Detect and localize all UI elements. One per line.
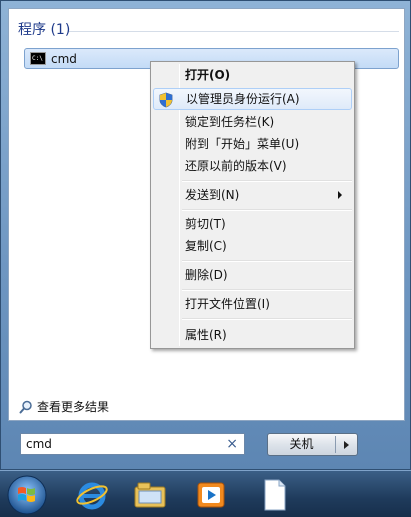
menu-item-cut[interactable]: 剪切(T) <box>153 213 352 235</box>
uac-shield-icon <box>159 92 173 108</box>
internet-explorer-icon[interactable] <box>74 477 110 513</box>
shutdown-label: 关机 <box>289 437 314 451</box>
menu-item-label: 发送到(N) <box>185 188 240 202</box>
context-menu: 打开(O) 以管理员身份运行(A) 锁定到任务栏(K) 附到「开始」菜单(U) … <box>150 61 355 349</box>
magnifier-icon <box>19 400 32 414</box>
menu-item-label: 打开文件位置(I) <box>185 297 270 311</box>
menu-separator <box>182 289 352 291</box>
clear-search-icon[interactable]: × <box>226 435 238 453</box>
menu-item-send-to[interactable]: 发送到(N) <box>153 184 352 206</box>
menu-separator <box>182 180 352 182</box>
taskbar <box>0 470 411 517</box>
menu-item-run-as-admin[interactable]: 以管理员身份运行(A) <box>153 88 352 110</box>
file-explorer-icon[interactable] <box>132 477 168 513</box>
menu-item-delete[interactable]: 删除(D) <box>153 264 352 286</box>
search-box[interactable]: × <box>20 433 245 455</box>
menu-item-properties[interactable]: 属性(R) <box>153 324 352 346</box>
menu-item-open-file-location[interactable]: 打开文件位置(I) <box>153 293 352 315</box>
shutdown-button[interactable]: 关机 <box>267 433 358 456</box>
menu-item-label: 还原以前的版本(V) <box>185 159 287 173</box>
menu-item-open[interactable]: 打开(O) <box>153 64 352 86</box>
menu-item-pin-taskbar[interactable]: 锁定到任务栏(K) <box>153 111 352 133</box>
menu-separator <box>182 260 352 262</box>
cmd-icon: C:\ <box>30 52 46 65</box>
menu-item-label: 删除(D) <box>185 268 228 282</box>
see-more-results-label: 查看更多结果 <box>37 400 110 414</box>
menu-item-label: 附到「开始」菜单(U) <box>185 137 300 151</box>
document-icon[interactable] <box>256 477 292 513</box>
media-player-icon[interactable] <box>193 477 229 513</box>
shutdown-options-arrow-icon[interactable] <box>344 441 349 449</box>
menu-item-label: 属性(R) <box>185 328 227 342</box>
menu-item-label: 以管理员身份运行(A) <box>186 92 300 106</box>
search-input[interactable] <box>26 436 216 452</box>
menu-item-copy[interactable]: 复制(C) <box>153 235 352 257</box>
menu-item-label: 打开(O) <box>185 68 231 82</box>
menu-separator <box>182 209 352 211</box>
programs-section-header: 程序 (1) <box>18 22 71 38</box>
menu-item-pin-start[interactable]: 附到「开始」菜单(U) <box>153 133 352 155</box>
menu-item-label: 锁定到任务栏(K) <box>185 115 275 129</box>
section-divider <box>69 31 399 32</box>
search-result-label: cmd <box>51 52 77 66</box>
start-orb-icon[interactable] <box>6 474 48 516</box>
menu-item-restore-versions[interactable]: 还原以前的版本(V) <box>153 155 352 177</box>
menu-item-label: 剪切(T) <box>185 217 226 231</box>
shutdown-divider <box>335 436 336 453</box>
submenu-arrow-icon <box>338 191 342 199</box>
menu-separator <box>182 318 352 320</box>
menu-item-label: 复制(C) <box>185 239 227 253</box>
